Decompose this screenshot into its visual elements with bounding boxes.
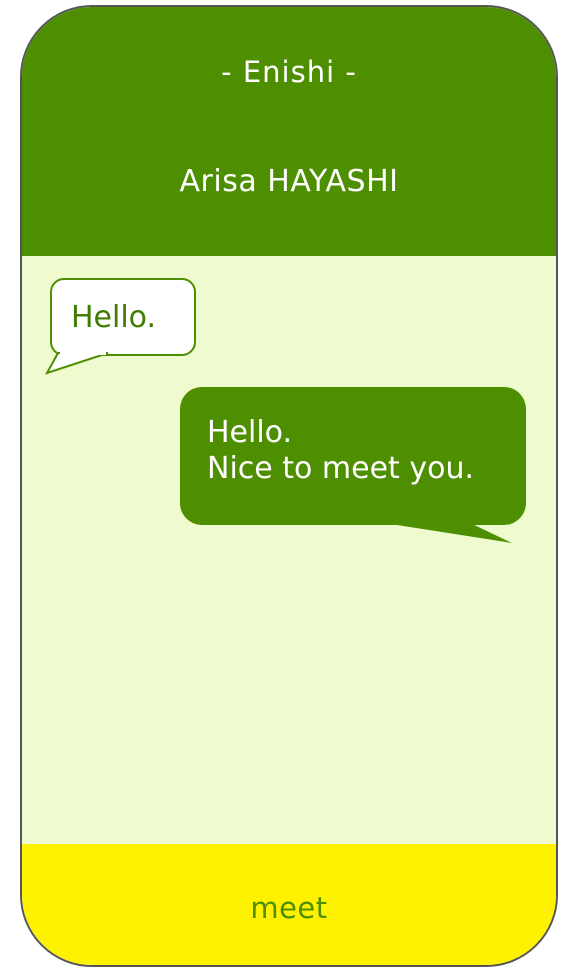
app-title: - Enishi - (221, 55, 357, 89)
meet-button[interactable]: meet (22, 844, 556, 965)
message-list: Hello. Hello. Nice to meet you. (22, 256, 556, 844)
phone-frame: - Enishi - Arisa HAYASHI Hello. Hello. N… (20, 5, 558, 967)
message-line: Nice to meet you. (207, 451, 475, 486)
outgoing-message-bubble: Hello. Nice to meet you. (180, 387, 526, 525)
contact-name: Arisa HAYASHI (179, 164, 399, 199)
incoming-bubble-tail (44, 351, 109, 375)
meet-button-label: meet (250, 891, 328, 925)
message-line: Hello. (207, 415, 293, 450)
chat-header: - Enishi - Arisa HAYASHI (22, 7, 556, 256)
